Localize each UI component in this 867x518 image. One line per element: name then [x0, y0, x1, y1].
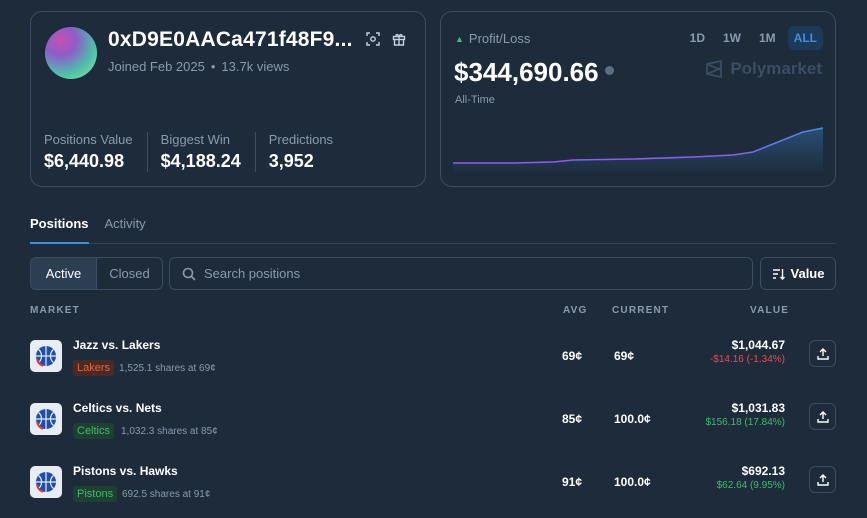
pl-label-row: ▲ Profit/Loss [455, 31, 530, 46]
search-input[interactable] [204, 266, 724, 281]
position-value: $692.13 [741, 464, 785, 478]
position-pnl: $156.18 (17.84%) [705, 417, 785, 428]
header-current: CURRENT [612, 305, 670, 316]
range-tab-all[interactable]: ALL [787, 26, 823, 50]
current-price: 100.0¢ [614, 475, 651, 489]
triangle-up-icon: ▲ [455, 34, 464, 44]
search-box [169, 257, 753, 290]
outcome-badge: Pistons [73, 486, 118, 502]
stat-positions-value: Positions Value $6,440.98 [44, 132, 147, 172]
basketball-icon [30, 340, 62, 372]
profile-stats: Positions Value $6,440.98 Biggest Win $4… [44, 132, 347, 172]
stat-predictions: Predictions 3,952 [254, 132, 347, 172]
market-title[interactable]: Celtics vs. Nets [73, 401, 162, 415]
stat-biggest-win: Biggest Win $4,188.24 [146, 132, 255, 172]
profile-meta: Joined Feb 2025 • 13.7k views [108, 59, 289, 74]
tab-activity[interactable]: Activity [105, 212, 146, 244]
info-icon[interactable] [604, 66, 614, 75]
share-icon [816, 410, 829, 423]
header-avg: AVG [563, 305, 588, 316]
profit-loss-card: ▲ Profit/Loss $344,690.66 All-Time 1D 1W … [440, 11, 836, 187]
stat-label: Predictions [268, 132, 334, 147]
share-button[interactable] [809, 466, 836, 493]
outcome-badge: Celtics [73, 423, 115, 439]
avg-price: 69¢ [562, 349, 583, 363]
range-tab-1w[interactable]: 1W [717, 26, 747, 50]
profile-card: 0xD9E0AACa471f48F9... Joined Feb 2025 • 13… [30, 11, 426, 187]
pl-timeframe: All-Time [455, 94, 495, 106]
position-value: $1,031.83 [731, 401, 785, 415]
gift-icon[interactable] [392, 32, 408, 48]
range-tab-1d[interactable]: 1D [684, 26, 711, 50]
stat-label: Biggest Win [160, 132, 231, 147]
position-value: $1,044.67 [731, 338, 785, 352]
stat-value: 3,952 [268, 151, 314, 171]
brand-name: Polymarket [730, 59, 822, 78]
shares-info: 692.5 shares at 91¢ [122, 489, 211, 500]
segment-closed[interactable]: Closed [97, 258, 162, 289]
header-value: VALUE [750, 305, 790, 316]
position-row[interactable]: Jazz vs. Lakers Lakers 1,525.1 shares at… [30, 330, 836, 390]
views-count: 13.7k views [221, 59, 290, 74]
pl-label: Profit/Loss [468, 31, 531, 46]
meta-separator: • [210, 59, 216, 74]
sort-button[interactable]: Value [760, 257, 836, 290]
stat-label: Positions Value [44, 132, 133, 147]
stat-value: $6,440.98 [44, 151, 125, 171]
pl-sparkline-area [453, 128, 823, 176]
position-row[interactable]: Pistons vs. Hawks Pistons 692.5 shares a… [30, 456, 836, 516]
header-market: MARKET [30, 305, 80, 316]
stat-value: $4,188.24 [160, 151, 241, 171]
market-title[interactable]: Jazz vs. Lakers [73, 338, 160, 352]
basketball-icon [30, 466, 62, 498]
share-icon [816, 347, 829, 360]
share-button[interactable] [809, 340, 836, 367]
tab-positions[interactable]: Positions [30, 212, 89, 244]
scan-icon[interactable] [366, 32, 382, 48]
range-tab-1m[interactable]: 1M [753, 26, 782, 50]
polymarket-logo-icon [706, 60, 723, 78]
position-row[interactable]: Celtics vs. Nets Celtics 1,032.3 shares … [30, 393, 836, 453]
avg-price: 85¢ [562, 412, 583, 426]
pl-sparkline [453, 127, 823, 176]
share-icon [816, 473, 829, 486]
segment-active[interactable]: Active [31, 258, 97, 289]
avg-price: 91¢ [562, 475, 583, 489]
basketball-icon [30, 403, 62, 435]
profile-tabs: Positions Activity [30, 212, 836, 244]
current-price: 100.0¢ [614, 412, 651, 426]
shares-info: 1,032.3 shares at 85¢ [121, 426, 218, 437]
profile-username: 0xD9E0AACa471f48F9... [108, 28, 353, 51]
status-segmented-control: Active Closed [30, 257, 163, 290]
sort-label: Value [790, 266, 825, 281]
position-pnl: -$14.16 (-1.34%) [709, 354, 785, 365]
joined-date: Joined Feb 2025 [108, 59, 205, 74]
current-price: 69¢ [614, 349, 635, 363]
range-tabs: 1D 1W 1M ALL [684, 26, 823, 50]
shares-info: 1,525.1 shares at 69¢ [119, 363, 216, 374]
position-pnl: $62.64 (9.95%) [716, 480, 785, 491]
market-title[interactable]: Pistons vs. Hawks [73, 464, 178, 478]
polymarket-logo: Polymarket [705, 59, 822, 79]
outcome-badge: Lakers [73, 360, 115, 376]
pl-value-row: $344,690.66 [454, 57, 614, 88]
search-icon [182, 267, 196, 281]
sort-icon [772, 268, 785, 280]
avatar[interactable] [45, 27, 97, 79]
share-button[interactable] [809, 403, 836, 430]
pl-value: $344,690.66 [454, 57, 599, 87]
